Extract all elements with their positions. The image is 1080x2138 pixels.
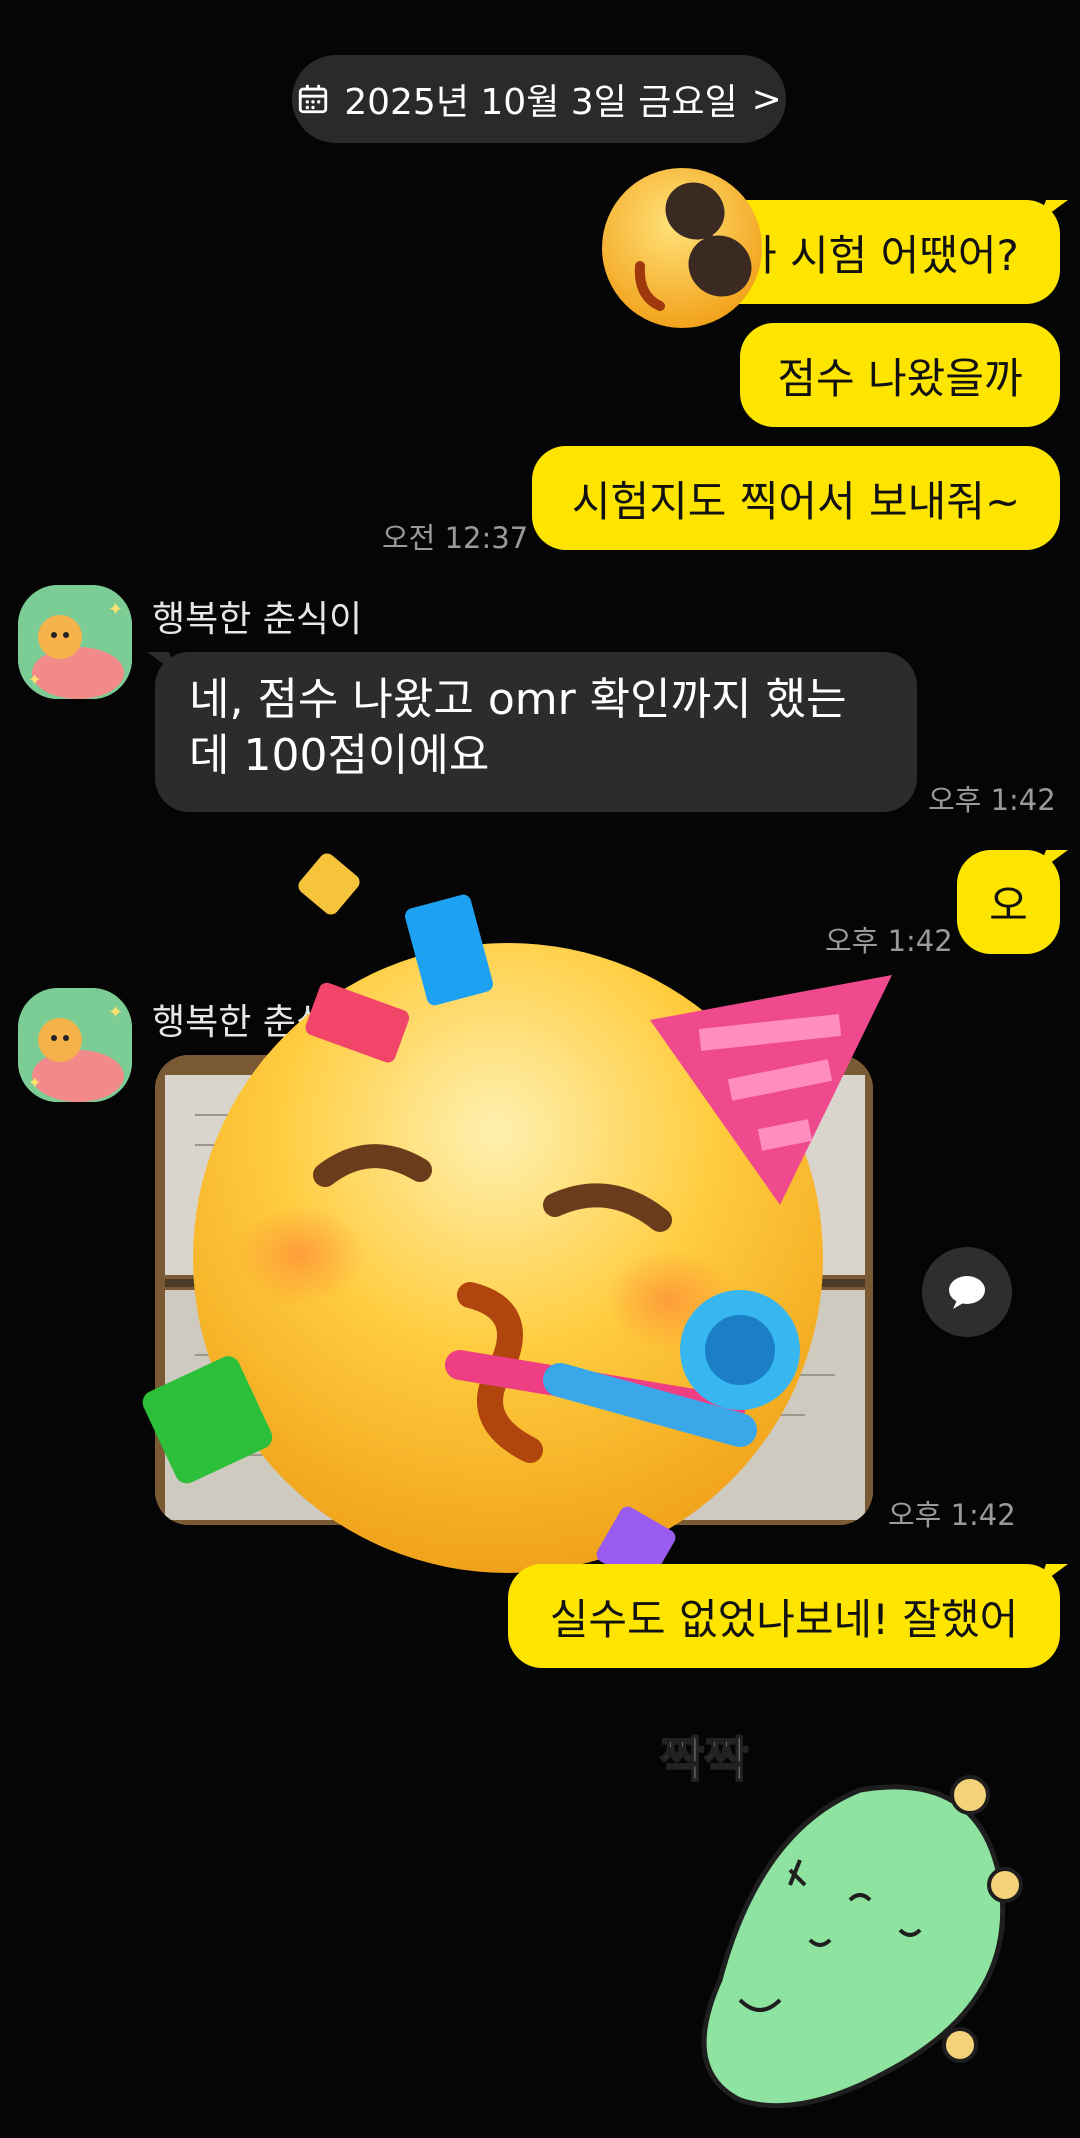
chevron-right-icon: > xyxy=(751,78,782,120)
message-text: 실수도 없었나보네! 잘했어 xyxy=(549,1594,1019,1644)
my-message-bubble[interactable]: 실수도 없었나보네! 잘했어 xyxy=(508,1564,1060,1668)
message-text: 점수 나왔을까 xyxy=(777,353,1023,403)
message-time: 오전 12:37 xyxy=(382,521,529,555)
message-time: 오후 1:42 xyxy=(928,783,1056,817)
dinosaur-sticker-icon xyxy=(701,1775,1023,2109)
svg-text:✦: ✦ xyxy=(28,670,41,689)
my-message-bubble[interactable]: 시험지도 찍어서 보내줘~ xyxy=(532,446,1060,550)
chunsik-avatar-icon: ✦ ✦ xyxy=(18,585,132,699)
sender-name: 행복한 춘식이 xyxy=(152,599,363,640)
speech-bubble-icon xyxy=(949,1276,985,1309)
calendar-icon xyxy=(299,84,328,114)
avatar[interactable]: ✦ ✦ xyxy=(18,988,132,1102)
my-message-bubble[interactable]: 점수 나왔을까 xyxy=(740,323,1060,427)
clapping-sticker[interactable]: 짝짝 xyxy=(640,1700,1040,2138)
date-header[interactable]: 2025년 10월 3일 금요일 > xyxy=(292,55,786,143)
party-face-emoji xyxy=(142,853,892,1586)
message-text: 시험지도 찍어서 보내줘~ xyxy=(571,476,1021,526)
sunglasses-emoji xyxy=(602,168,762,328)
message-time: 오후 1:42 xyxy=(888,1498,1016,1532)
svg-text:✦: ✦ xyxy=(28,1073,41,1092)
share-button[interactable] xyxy=(922,1247,1012,1337)
svg-text:✦: ✦ xyxy=(108,1002,123,1023)
my-message-bubble[interactable]: 오 xyxy=(957,850,1060,954)
message-text: 오 xyxy=(989,880,1028,930)
chunsik-avatar-icon: ✦ ✦ xyxy=(18,988,132,1102)
svg-text:✦: ✦ xyxy=(108,599,123,620)
other-message-bubble[interactable]: 네, 점수 나왔고 omr 확인까지 했는데 100점이에요 xyxy=(155,652,917,812)
avatar[interactable]: ✦ ✦ xyxy=(18,585,132,699)
date-label: 2025년 10월 3일 금요일 xyxy=(344,82,738,123)
message-text: 네, 점수 나왔고 omr 확인까지 했는데 100점이에요 xyxy=(189,674,847,781)
message-text: 아 시험 어땠어? xyxy=(738,230,1019,280)
